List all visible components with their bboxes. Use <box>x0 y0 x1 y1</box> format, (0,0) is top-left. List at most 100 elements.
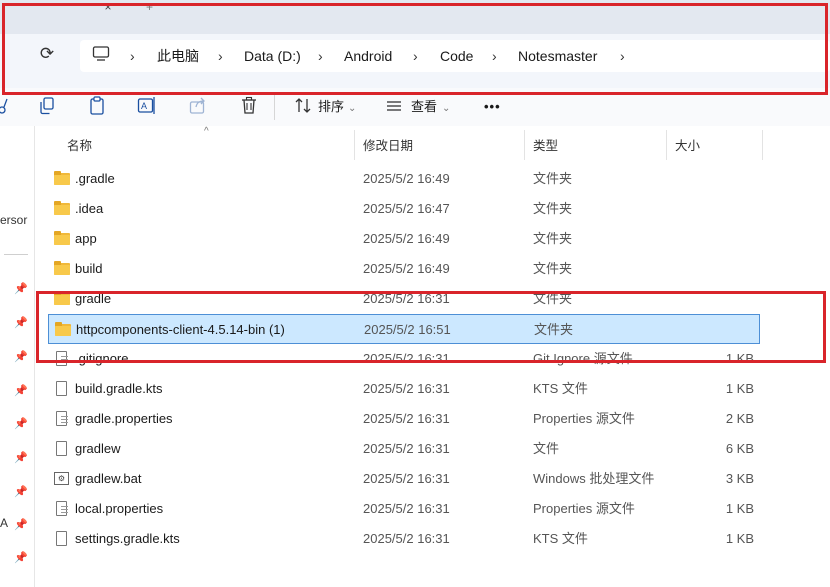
file-name: .idea <box>75 201 104 216</box>
view-icon[interactable] <box>385 96 403 118</box>
pin-icon[interactable]: 📌 <box>14 282 28 296</box>
file-modified-date: 2025/5/2 16:31 <box>363 381 450 396</box>
pin-icon[interactable]: 📌 <box>14 350 28 364</box>
file-type: Properties 源文件 <box>533 501 635 516</box>
file-modified-date: 2025/5/2 16:51 <box>364 322 451 337</box>
sort-icon[interactable] <box>294 96 312 118</box>
breadcrumb-separator[interactable]: › <box>492 47 497 65</box>
file-row[interactable]: gradle 2025/5/2 16:31 文件夹 <box>48 284 760 314</box>
column-header-date[interactable]: 修改日期 <box>363 138 413 154</box>
file-type: KTS 文件 <box>533 531 588 546</box>
file-type: 文件 <box>533 441 560 456</box>
paste-icon[interactable] <box>88 96 106 118</box>
pin-icon[interactable]: 📌 <box>14 551 28 565</box>
nav-divider <box>4 254 28 255</box>
nav-item-a[interactable]: A <box>0 516 8 530</box>
file-name: build <box>75 261 103 276</box>
file-type: 文件夹 <box>534 322 574 337</box>
file-row[interactable]: ⚙ gradlew.bat 2025/5/2 16:31 Windows 批处理文件 3… <box>48 464 760 494</box>
file-modified-date: 2025/5/2 16:47 <box>363 201 450 216</box>
pin-icon[interactable]: 📌 <box>14 451 28 465</box>
file-name: .gitignore <box>75 351 129 366</box>
pin-icon[interactable]: 📌 <box>14 384 28 398</box>
column-divider[interactable] <box>524 130 525 160</box>
pin-icon[interactable]: 📌 <box>14 316 28 330</box>
breadcrumb-notesmaster[interactable]: Notesmaster <box>518 47 597 65</box>
computer-icon[interactable] <box>92 46 112 64</box>
file-row[interactable]: build 2025/5/2 16:49 文件夹 <box>48 254 760 284</box>
folder-icon <box>54 261 70 277</box>
file-row[interactable]: local.properties 2025/5/2 16:31 Properties… <box>48 494 760 524</box>
file-type: Windows 批处理文件 <box>533 471 655 486</box>
toolbar-divider <box>274 94 275 120</box>
file-modified-date: 2025/5/2 16:49 <box>363 261 450 276</box>
file-row[interactable]: .idea 2025/5/2 16:47 文件夹 <box>48 194 760 224</box>
file-name: local.properties <box>75 501 164 516</box>
nav-item-person[interactable]: ersor <box>0 213 27 227</box>
view-chevron-down-icon[interactable]: ⌄ <box>442 100 450 118</box>
file-size: 2 KB <box>725 411 754 426</box>
file-row[interactable]: gradle.properties 2025/5/2 16:31 Propertie… <box>48 404 760 434</box>
column-divider[interactable] <box>354 130 355 160</box>
file-row[interactable]: .gradle 2025/5/2 16:49 文件夹 <box>48 164 760 194</box>
breadcrumb-code[interactable]: Code <box>440 47 473 65</box>
rename-icon[interactable]: A <box>137 96 157 118</box>
breadcrumb-data-drive[interactable]: Data (D:) <box>244 47 301 65</box>
delete-icon[interactable] <box>240 96 258 118</box>
breadcrumb-separator[interactable]: › <box>620 47 625 65</box>
file-name: build.gradle.kts <box>75 381 163 396</box>
pin-icon[interactable]: 📌 <box>14 417 28 431</box>
breadcrumb-separator[interactable]: › <box>318 47 323 65</box>
breadcrumb-separator[interactable]: › <box>130 47 135 65</box>
file-name: gradlew <box>75 441 121 456</box>
pin-icon[interactable]: 📌 <box>14 518 28 532</box>
file-type: 文件夹 <box>533 171 573 186</box>
column-header-name[interactable]: 名称 <box>67 138 92 154</box>
file-row[interactable]: settings.gradle.kts 2025/5/2 16:31 KTS 文件 1… <box>48 524 760 554</box>
file-name: gradle.properties <box>75 411 173 426</box>
breadcrumb-separator[interactable]: › <box>413 47 418 65</box>
file-row[interactable]: app 2025/5/2 16:49 文件夹 <box>48 224 760 254</box>
text-file-icon <box>54 501 70 517</box>
file-modified-date: 2025/5/2 16:49 <box>363 231 450 246</box>
tab-close-icon[interactable]: × <box>98 0 118 14</box>
file-name: httpcomponents-client-4.5.14-bin (1) <box>76 322 285 337</box>
new-tab-icon[interactable]: + <box>146 0 160 14</box>
column-header-type[interactable]: 类型 <box>533 138 558 154</box>
file-size: 6 KB <box>725 441 754 456</box>
file-row[interactable]: .gitignore 2025/5/2 16:31 Git Ignore 源文件 1 … <box>48 344 760 374</box>
file-row[interactable]: gradlew 2025/5/2 16:31 文件 6 KB <box>48 434 760 464</box>
breadcrumb-this-pc[interactable]: 此电脑 <box>157 47 199 65</box>
pin-icon[interactable]: 📌 <box>14 485 28 499</box>
more-options-button[interactable]: ••• <box>484 98 501 116</box>
text-file-icon <box>54 411 70 427</box>
file-type: 文件夹 <box>533 231 573 246</box>
cut-icon[interactable] <box>0 96 8 118</box>
file-type: 文件夹 <box>533 261 573 276</box>
sort-indicator-icon: ^ <box>204 126 209 137</box>
file-row[interactable]: httpcomponents-client-4.5.14-bin (1) 2025… <box>48 314 760 344</box>
batch-file-icon: ⚙ <box>54 471 70 487</box>
file-type: KTS 文件 <box>533 381 588 396</box>
file-name: gradle <box>75 291 112 306</box>
file-row[interactable]: build.gradle.kts 2025/5/2 16:31 KTS 文件 1 KB <box>48 374 760 404</box>
view-button[interactable]: 查看 <box>411 98 437 116</box>
sort-button[interactable]: 排序 <box>318 98 344 116</box>
refresh-icon[interactable]: ⟳ <box>36 43 58 65</box>
copy-icon[interactable] <box>38 96 56 118</box>
breadcrumb-android[interactable]: Android <box>344 47 392 65</box>
file-type: 文件夹 <box>533 291 573 306</box>
share-icon[interactable] <box>189 96 207 118</box>
file-icon <box>54 441 70 457</box>
file-size: 1 KB <box>725 381 754 396</box>
file-icon <box>54 381 70 397</box>
column-header-size[interactable]: 大小 <box>675 138 700 154</box>
file-modified-date: 2025/5/2 16:31 <box>363 441 450 456</box>
sort-chevron-down-icon[interactable]: ⌄ <box>348 100 356 118</box>
file-modified-date: 2025/5/2 16:31 <box>363 351 450 366</box>
breadcrumb-separator[interactable]: › <box>218 47 223 65</box>
folder-icon <box>54 231 70 247</box>
column-divider[interactable] <box>762 130 763 160</box>
column-divider[interactable] <box>666 130 667 160</box>
folder-icon <box>54 291 70 307</box>
